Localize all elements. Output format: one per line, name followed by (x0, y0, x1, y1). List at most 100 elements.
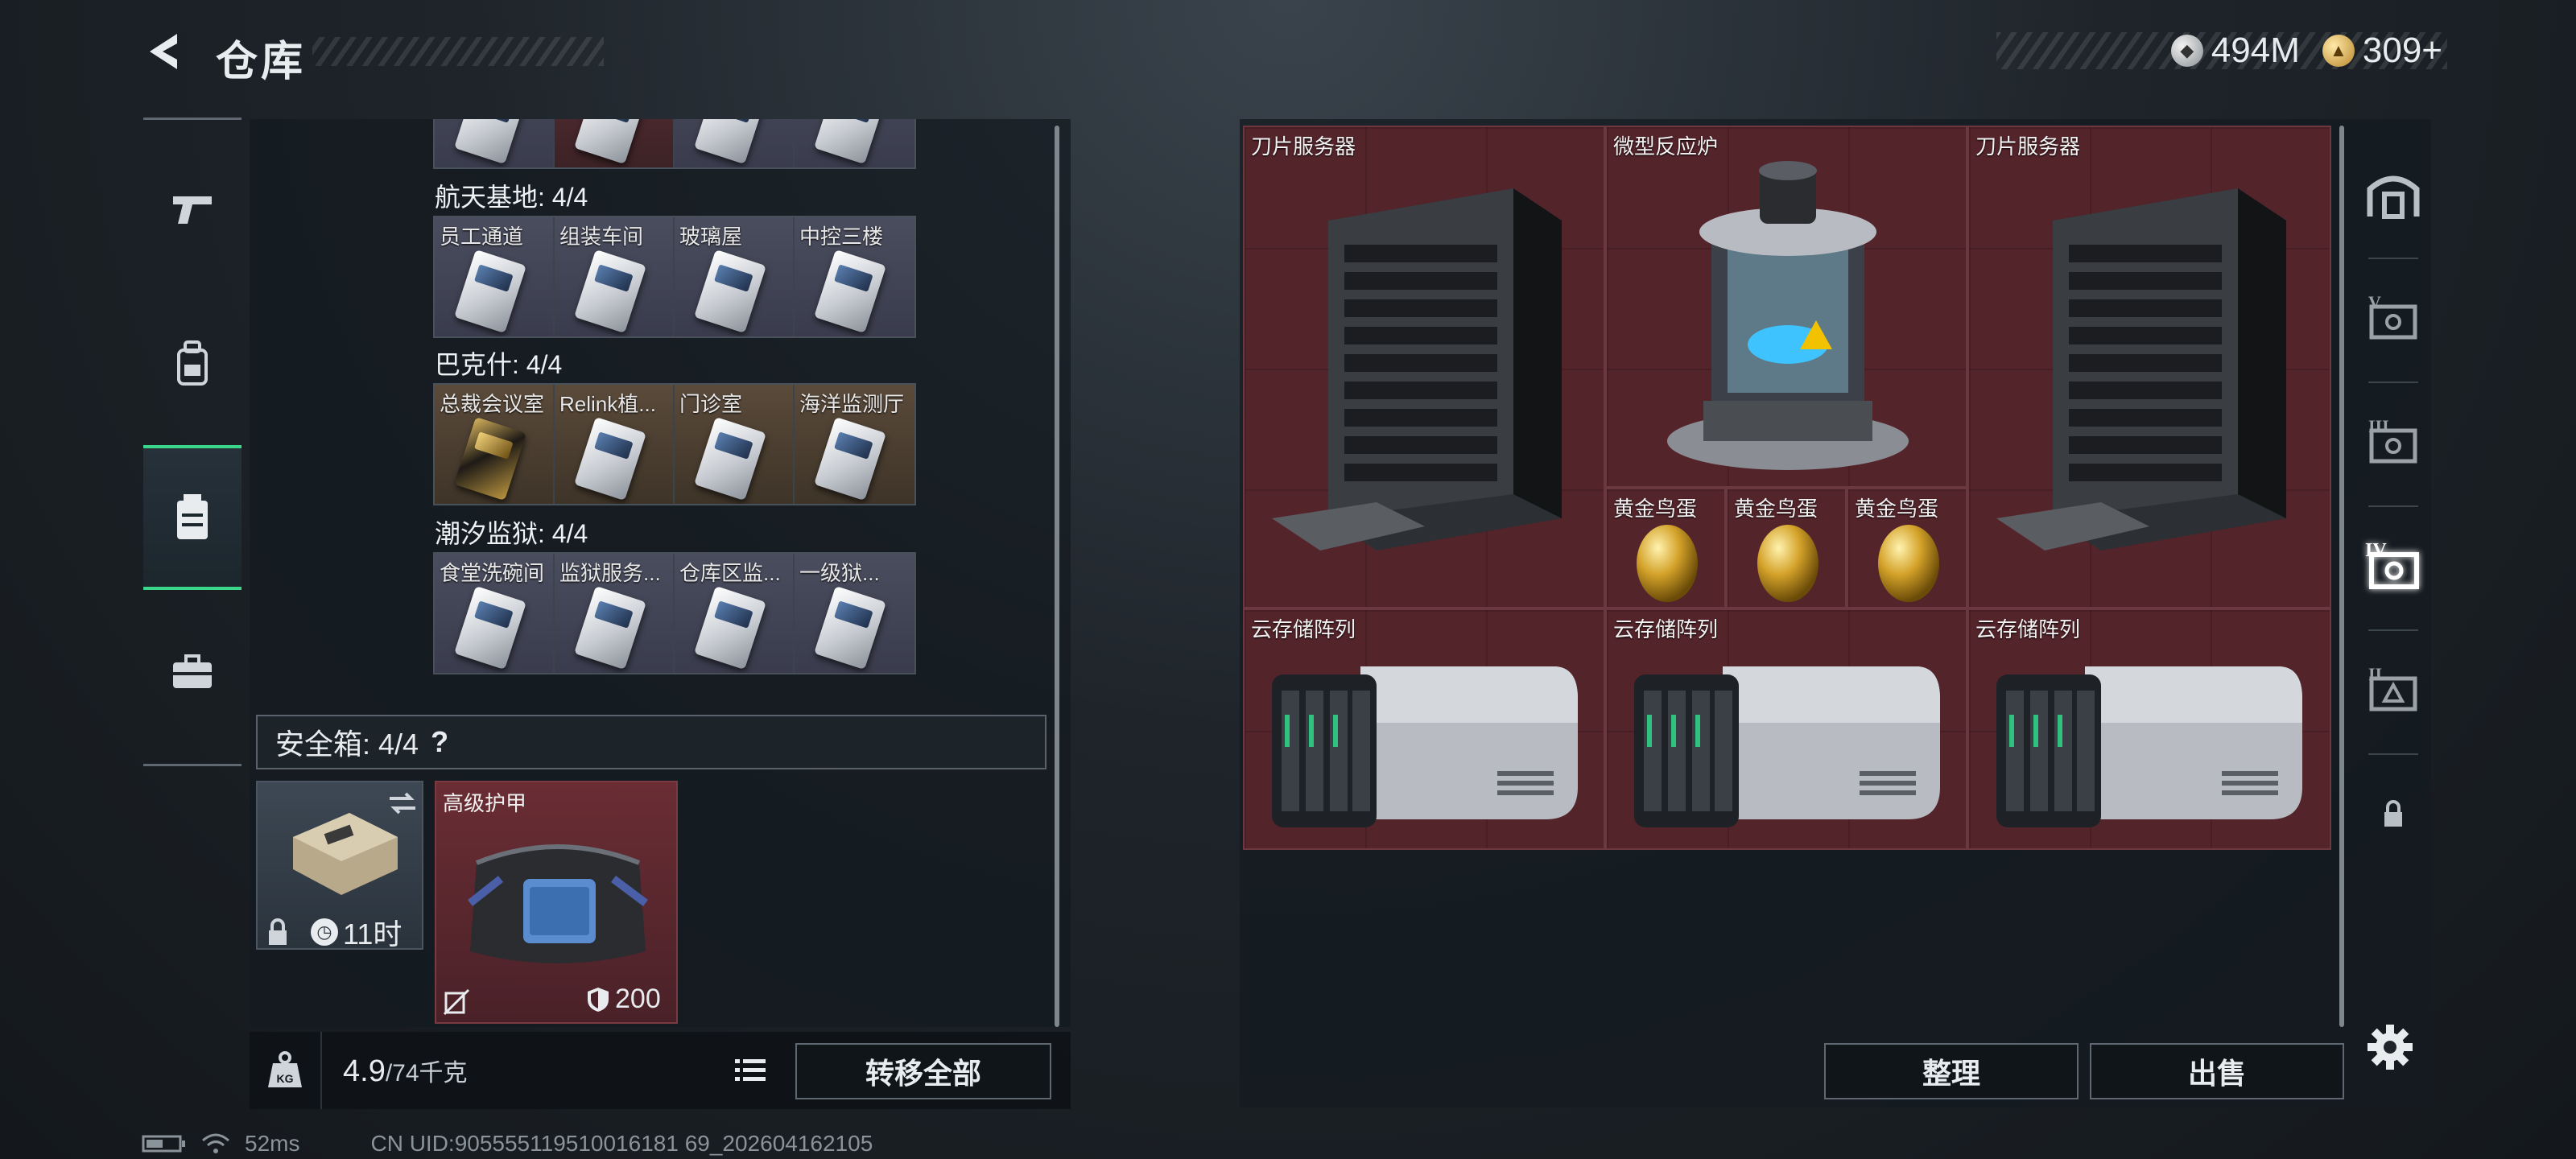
nav-chest-rig[interactable] (143, 445, 242, 590)
keycard-icon (454, 249, 526, 334)
tab-home-stash[interactable] (2355, 134, 2431, 254)
stash-item-micro-reactor[interactable]: 微型反应炉 (1605, 126, 1967, 488)
keycard-group-label: 潮汐监狱: 4/4 (435, 519, 588, 548)
stash-item-cloud-storage[interactable]: 云存储阵列 (1243, 608, 1605, 850)
sort-button[interactable]: 整理 (1824, 1043, 2079, 1099)
stash-item-cloud-storage[interactable]: 云存储阵列 (1967, 608, 2331, 850)
back-arrow-icon (150, 34, 177, 69)
keycard-group: 食堂洗碗间 监狱服务... 仓库区监... 一级狱... (433, 552, 916, 674)
safe-case-slot[interactable]: ◷ 11时 (256, 781, 423, 951)
stash-item-cloud-storage[interactable]: 云存储阵列 (1605, 608, 1967, 850)
keycard-slot[interactable]: 监狱服务... (555, 554, 675, 673)
keycard-icon (694, 416, 766, 501)
weight-readout: 4.9/74千克 (343, 1053, 468, 1089)
keycard-slot[interactable]: 海洋监测厅 (795, 385, 914, 504)
help-button[interactable]: ? (423, 725, 456, 759)
stash-tabs: V III IV II (2355, 119, 2431, 860)
currency-silver-value: 494M (2211, 31, 2300, 70)
stash-item-golden-egg[interactable]: 黄金鸟蛋 (1605, 488, 1726, 608)
keycard-slot[interactable]: 组装车间 (555, 217, 675, 336)
silver-coin-icon: ◆ (2170, 35, 2203, 67)
home-stash-icon (2367, 175, 2420, 219)
blade-server-icon (1272, 188, 1562, 551)
safe-case-icon (293, 813, 398, 895)
status-bar: 52ms CN UID:905555119510016181 69_202604… (142, 1130, 873, 1157)
pistol-icon (173, 196, 212, 224)
keycard-slot[interactable]: 员工通道 (435, 217, 555, 336)
keycard-icon (574, 416, 646, 501)
stash-item-golden-egg[interactable]: 黄金鸟蛋 (1847, 488, 1967, 608)
shield-icon (588, 987, 609, 1012)
title-decoration (312, 37, 604, 66)
tab-stash-ii[interactable]: II (2355, 629, 2431, 750)
uid-text: CN UID:905555119510016181 69_20260416210… (370, 1131, 873, 1156)
durability: 200 (586, 984, 661, 1015)
lock-icon (2384, 800, 2402, 827)
keycard-icon (814, 249, 886, 334)
currency-silver[interactable]: ◆ 494M (2170, 31, 2300, 71)
nav-weapon[interactable] (143, 136, 242, 281)
list-view-button[interactable] (726, 1048, 774, 1093)
chest-rig-icon (177, 494, 208, 539)
keycard-slot[interactable]: 仓库区监... (675, 554, 795, 673)
keycard-icon (454, 585, 526, 670)
transfer-all-button[interactable]: 转移全部 (795, 1043, 1051, 1099)
keycard-icon (694, 585, 766, 670)
currency-gold[interactable]: ▲ 309+ (2322, 31, 2442, 71)
keycard-icon (574, 249, 646, 334)
keycard-row-partial (433, 119, 919, 171)
safe-box-label: 安全箱: 4/4 (275, 728, 419, 761)
gear-icon (2368, 1025, 2413, 1070)
stash-tab-v-icon: V (2368, 292, 2417, 340)
currency-gold-value: 309+ (2362, 31, 2442, 70)
keycard-slot[interactable]: Relink植... (555, 385, 675, 504)
keycard-slot[interactable]: 门诊室 (675, 385, 795, 504)
page-title: 仓库 (216, 39, 307, 85)
stash-item-golden-egg[interactable]: 黄金鸟蛋 (1726, 488, 1847, 608)
keycard-slot[interactable] (795, 119, 914, 167)
stash-item-blade-server[interactable]: 刀片服务器 (1243, 126, 1605, 608)
blade-server-icon (1996, 188, 2286, 551)
keycard-slot[interactable]: 食堂洗碗间 (435, 554, 555, 673)
durability-value: 200 (615, 984, 661, 1014)
tab-stash-iv[interactable]: IV (2355, 505, 2431, 626)
left-scrollbar[interactable] (1055, 126, 1059, 1027)
svg-text:II: II (2368, 664, 2382, 684)
armor-name: 高级护甲 (443, 791, 527, 815)
back-button[interactable] (142, 29, 187, 74)
wifi-icon (202, 1133, 229, 1153)
cloud-storage-icon (1272, 666, 1578, 827)
clock-icon: ◷ (311, 918, 338, 946)
micro-reactor-icon (1667, 161, 1909, 470)
cloud-storage-icon (1996, 666, 2302, 827)
weight-max: /74千克 (385, 1059, 468, 1087)
nav-briefcase[interactable] (143, 600, 242, 744)
safe-box-header: 安全箱: 4/4 ? (256, 715, 1046, 769)
tab-locked[interactable] (2355, 753, 2431, 874)
keycard-group: 总裁会议室 Relink植... 门诊室 海洋监测厅 (433, 383, 916, 505)
armor-item[interactable]: 高级护甲 200 (435, 781, 678, 1024)
golden-egg-icon (1757, 525, 1818, 602)
stash-tab-ii-icon: II (2368, 664, 2417, 711)
weight-bar: KG 4.9/74千克 转移全部 (250, 1032, 1071, 1109)
stash-item-blade-server[interactable]: 刀片服务器 (1967, 126, 2331, 608)
svg-text:III: III (2368, 416, 2389, 436)
stash-scrollbar[interactable] (2339, 126, 2344, 1027)
keycard-icon (694, 249, 766, 334)
sell-button[interactable]: 出售 (2090, 1043, 2344, 1099)
keycard-slot[interactable]: 中控三楼 (795, 217, 914, 336)
keycard-slot[interactable] (435, 119, 555, 167)
keycard-slot[interactable]: 玻璃屋 (675, 217, 795, 336)
keycard-slot[interactable]: 一级狱... (795, 554, 914, 673)
keycard-slot[interactable]: 总裁会议室 (435, 385, 555, 504)
nav-backpack[interactable] (143, 291, 242, 435)
settings-button[interactable] (2362, 1019, 2418, 1075)
keycard-slot[interactable] (555, 119, 675, 167)
tab-stash-v[interactable]: V (2355, 258, 2431, 378)
tab-stash-iii[interactable]: III (2355, 382, 2431, 502)
keycard-slot[interactable] (675, 119, 795, 167)
weight-icon: KG (250, 1032, 322, 1109)
keycard-group: 员工通道 组装车间 玻璃屋 中控三楼 (433, 216, 916, 338)
backpack-icon (177, 340, 208, 386)
weight-current: 4.9 (343, 1054, 386, 1088)
